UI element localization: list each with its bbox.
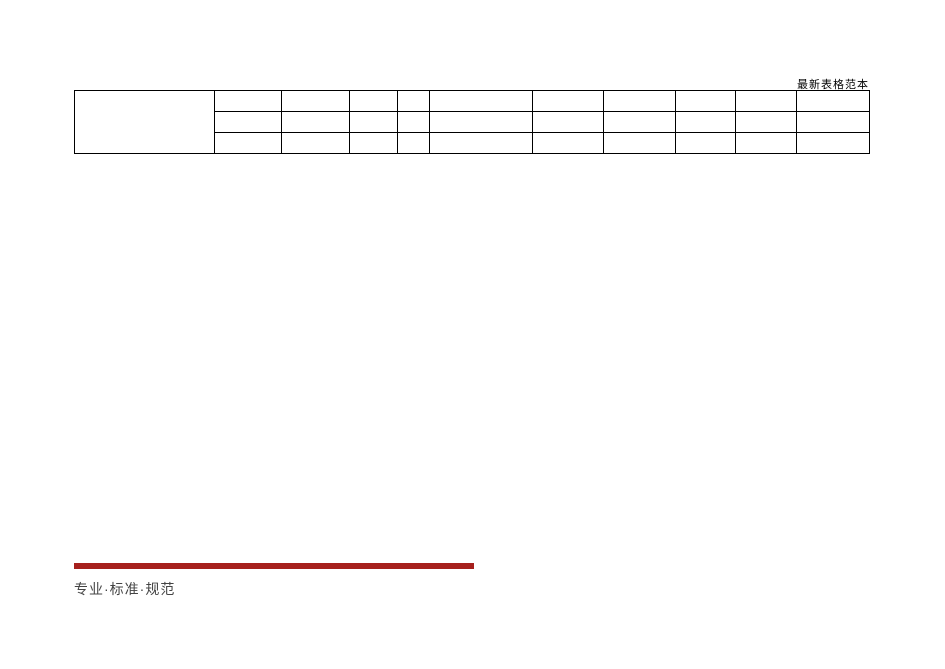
cell <box>282 112 350 133</box>
cell <box>214 91 282 112</box>
cell <box>675 133 735 154</box>
cell <box>675 112 735 133</box>
table-row <box>75 91 870 112</box>
cell <box>604 133 676 154</box>
cell <box>604 112 676 133</box>
cell <box>604 91 676 112</box>
cell <box>796 133 869 154</box>
cell <box>675 91 735 112</box>
cell <box>350 112 398 133</box>
cell <box>282 133 350 154</box>
cell <box>736 91 796 112</box>
cell <box>397 133 429 154</box>
cell <box>796 112 869 133</box>
cell <box>532 91 604 112</box>
cell <box>214 112 282 133</box>
cell <box>532 133 604 154</box>
cell <box>796 91 869 112</box>
footer-motto: 专业·标准·规范 <box>74 579 474 599</box>
cell <box>350 91 398 112</box>
form-table <box>74 90 870 154</box>
cell <box>736 112 796 133</box>
cell <box>397 112 429 133</box>
cell <box>532 112 604 133</box>
accent-bar <box>74 563 474 569</box>
cell <box>429 91 532 112</box>
cell <box>429 133 532 154</box>
table <box>74 90 870 154</box>
cell <box>429 112 532 133</box>
cell <box>736 133 796 154</box>
cell <box>214 133 282 154</box>
cell <box>282 91 350 112</box>
cell <box>397 91 429 112</box>
cell <box>350 133 398 154</box>
footer: 专业·标准·规范 <box>74 563 474 599</box>
row-header-cell <box>75 91 215 154</box>
